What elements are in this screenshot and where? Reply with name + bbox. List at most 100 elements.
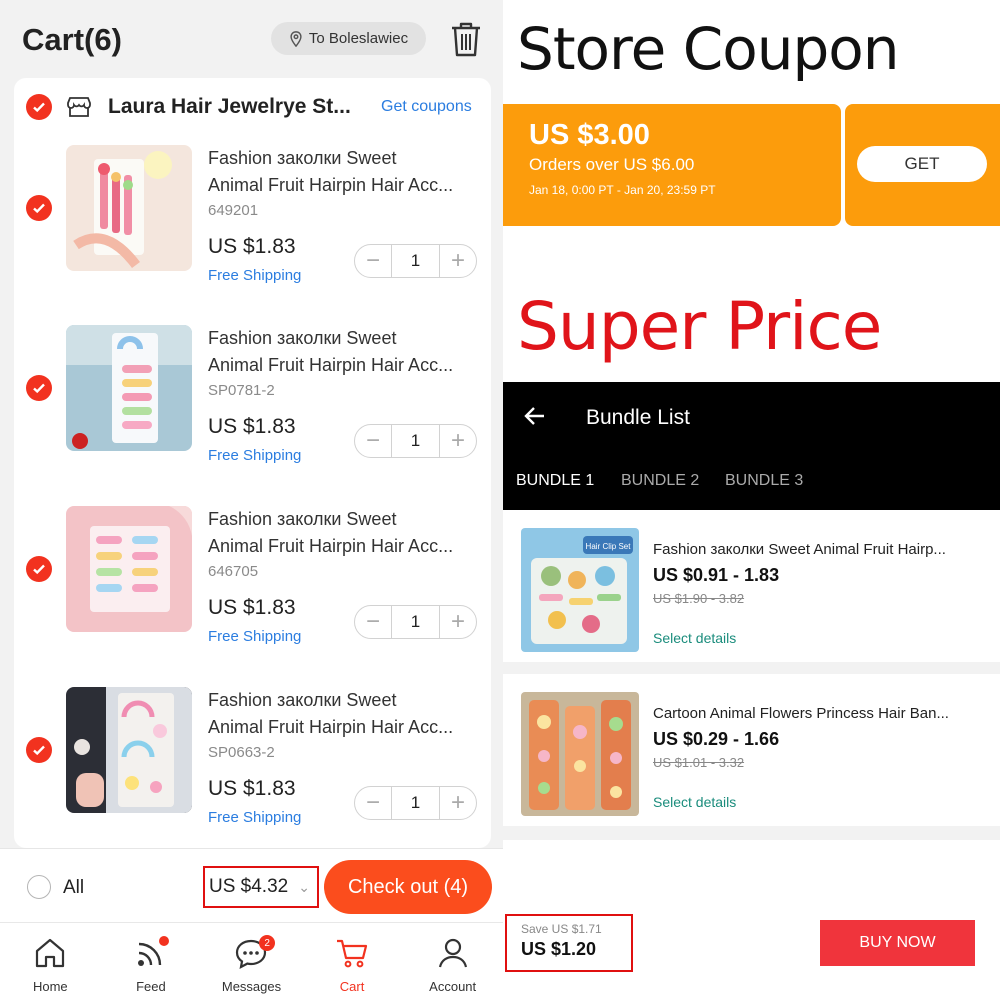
checkout-button[interactable]: Check out (4) — [324, 860, 492, 914]
bundle-savings: Save US $1.71 — [521, 922, 602, 936]
decrease-qty-button[interactable]: − — [355, 245, 391, 277]
bundle-total-box: Save US $1.71 US $1.20 — [505, 914, 633, 972]
store-row: Laura Hair Jewelrye St... Get coupons — [14, 78, 491, 138]
bundle-product-name[interactable]: Cartoon Animal Flowers Princess Hair Ban… — [653, 705, 989, 722]
account-icon — [438, 938, 467, 968]
free-shipping-label: Free Shipping — [208, 628, 302, 645]
messages-badge: 2 — [259, 935, 276, 951]
item-checkbox[interactable] — [26, 556, 52, 582]
trash-icon[interactable] — [449, 20, 483, 58]
decrease-qty-button[interactable]: − — [355, 606, 391, 638]
item-sku[interactable]: SP0663-2 — [208, 744, 275, 761]
decrease-qty-button[interactable]: − — [355, 787, 391, 819]
store-coupon-card: US $3.00 Orders over US $6.00 Jan 18, 0:… — [503, 104, 1000, 226]
increase-qty-button[interactable]: + — [440, 606, 476, 638]
select-details-link[interactable]: Select details — [653, 794, 736, 810]
nav-label: Account — [429, 979, 477, 994]
increase-qty-button[interactable]: + — [440, 787, 476, 819]
select-all-radio[interactable] — [27, 875, 51, 899]
quantity-value[interactable]: 1 — [391, 787, 440, 819]
item-title-line2: Animal Fruit Hairpin Hair Acc... — [208, 717, 454, 737]
item-title[interactable]: Fashion заколки Sweet Animal Fruit Hairp… — [208, 687, 478, 741]
checkout-summary-bar: All US $4.32 ⌄ Check out (4) — [0, 848, 503, 922]
nav-messages[interactable]: 2 Messages — [201, 923, 302, 1000]
coupon-dates: Jan 18, 0:00 PT - Jan 20, 23:59 PT — [529, 183, 716, 197]
ship-to-location[interactable]: To Boleslawiec — [271, 22, 426, 55]
bundle-product[interactable]: Hair Clip Set Fashion заколки Sweet Anim… — [503, 510, 1000, 662]
quantity-stepper: − 1 + — [354, 244, 477, 278]
checkmark-icon — [33, 102, 45, 113]
tab-bundle-1[interactable]: BUNDLE 1 — [516, 472, 594, 490]
store-name[interactable]: Laura Hair Jewelrye St... — [108, 95, 351, 119]
item-sku[interactable]: SP0781-2 — [208, 382, 275, 399]
back-arrow-icon[interactable] — [523, 404, 547, 428]
item-title[interactable]: Fashion заколки Sweet Animal Fruit Hairp… — [208, 145, 478, 199]
decrease-qty-button[interactable]: − — [355, 425, 391, 457]
bundle-product-image[interactable]: Hair Clip Set — [521, 528, 639, 652]
bundle-product-name[interactable]: Fashion заколки Sweet Animal Fruit Hairp… — [653, 541, 989, 558]
quantity-value[interactable]: 1 — [391, 606, 440, 638]
quantity-stepper: − 1 + — [354, 605, 477, 639]
select-details-link[interactable]: Select details — [653, 630, 736, 646]
cart-icon — [337, 939, 368, 968]
store-card: Laura Hair Jewelrye St... Get coupons Fa… — [14, 78, 491, 848]
store-checkbox[interactable] — [26, 94, 52, 120]
cart-header: Cart(6) To Boleslawiec — [0, 0, 503, 80]
nav-account[interactable]: Account — [402, 923, 503, 1000]
location-text: To Boleslawiec — [308, 30, 409, 47]
cart-item: Fashion заколки Sweet Animal Fruit Hairp… — [14, 687, 491, 867]
nav-home[interactable]: Home — [0, 923, 101, 1000]
item-sku[interactable]: 649201 — [208, 202, 258, 219]
cart-title: Cart(6) — [22, 22, 122, 57]
item-price: US $1.83 — [208, 777, 296, 800]
cart-item: Fashion заколки Sweet Animal Fruit Hairp… — [14, 506, 491, 686]
bundle-footer: Save US $1.71 US $1.20 BUY NOW — [503, 897, 1000, 1000]
item-title-line1: Fashion заколки Sweet — [208, 328, 397, 348]
home-icon — [36, 938, 65, 968]
store-icon — [67, 97, 91, 117]
select-all-label[interactable]: All — [63, 877, 84, 899]
nav-feed[interactable]: Feed — [101, 923, 202, 1000]
notification-dot — [158, 936, 169, 946]
bundle-product-price: US $0.29 - 1.66 — [653, 729, 780, 749]
checkmark-icon — [33, 203, 45, 214]
increase-qty-button[interactable]: + — [440, 425, 476, 457]
tab-bundle-2[interactable]: BUNDLE 2 — [621, 472, 699, 490]
buy-now-button[interactable]: BUY NOW — [820, 920, 975, 966]
location-pin-icon — [290, 30, 302, 47]
product-image[interactable] — [66, 325, 192, 451]
quantity-value[interactable]: 1 — [391, 245, 440, 277]
item-checkbox[interactable] — [26, 195, 52, 221]
bottom-nav: Home Feed 2 Messages Cart Account — [0, 922, 503, 1000]
tab-bundle-3[interactable]: BUNDLE 3 — [725, 472, 803, 490]
bundle-header: Bundle List BUNDLE 1 BUNDLE 2 BUNDLE 3 — [503, 382, 1000, 510]
bundle-product-price: US $0.91 - 1.83 — [653, 565, 780, 585]
coupon-condition: Orders over US $6.00 — [529, 155, 695, 174]
get-coupon-button[interactable]: GET — [857, 146, 987, 182]
item-checkbox[interactable] — [26, 375, 52, 401]
bundle-product-old-price: US $1.90 - 3.82 — [653, 591, 745, 606]
bundle-product-image[interactable] — [521, 692, 639, 816]
item-title-line1: Fashion заколки Sweet — [208, 690, 397, 710]
get-coupons-link[interactable]: Get coupons — [381, 98, 472, 116]
nav-cart[interactable]: Cart — [302, 923, 403, 1000]
increase-qty-button[interactable]: + — [440, 245, 476, 277]
product-image[interactable] — [66, 687, 192, 813]
thumb-label: Hair Clip Set — [586, 542, 632, 551]
cart-total[interactable]: US $4.32 ⌄ — [203, 866, 319, 908]
item-price: US $1.83 — [208, 596, 296, 619]
quantity-value[interactable]: 1 — [391, 425, 440, 457]
free-shipping-label: Free Shipping — [208, 267, 302, 284]
item-checkbox[interactable] — [26, 737, 52, 763]
bundle-product-old-price: US $1.01 - 3.32 — [653, 755, 745, 770]
nav-label: Cart — [339, 979, 365, 994]
bundle-product[interactable]: Cartoon Animal Flowers Princess Hair Ban… — [503, 674, 1000, 826]
product-image[interactable] — [66, 145, 192, 271]
item-sku[interactable]: 646705 — [208, 563, 258, 580]
item-title[interactable]: Fashion заколки Sweet Animal Fruit Hairp… — [208, 325, 478, 379]
item-title[interactable]: Fashion заколки Sweet Animal Fruit Hairp… — [208, 506, 478, 560]
bundle-list-title: Bundle List — [586, 406, 690, 429]
product-image[interactable] — [66, 506, 192, 632]
nav-label: Feed — [136, 979, 166, 994]
coupon-amount: US $3.00 — [529, 119, 650, 151]
